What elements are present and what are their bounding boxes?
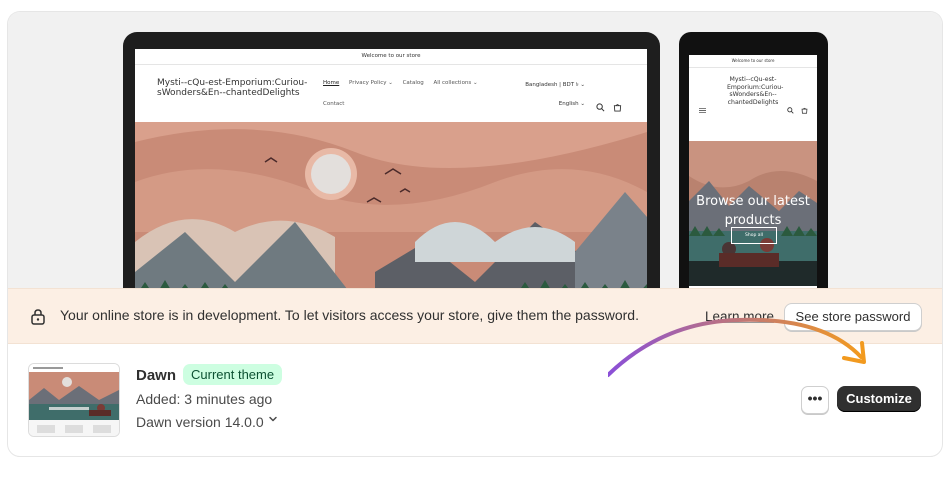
nav-item-contact: Contact (323, 101, 345, 107)
mobile-shop-all-button: Shop all (731, 227, 777, 244)
mobile-store-header: Mysti--cQu-est-Emporium:Curiou-sWonders&… (689, 68, 817, 142)
nav-item-home: Home (323, 80, 340, 86)
announcement-bar: Welcome to our store (135, 49, 647, 65)
language-selector: English ⌄ (558, 101, 585, 107)
theme-card: Welcome to our store Mysti--cQu-est-Empo… (8, 12, 942, 456)
theme-version[interactable]: Dawn version 14.0.0 (136, 414, 264, 430)
country-selector: Bangladesh | BDT ৳ ⌄ (525, 82, 585, 88)
hero-illustration (135, 122, 647, 312)
nav-item-collections: All collections ⌄ (433, 80, 478, 86)
theme-thumbnail[interactable] (28, 363, 120, 437)
mobile-store-logo-text: Mysti--cQu-est-Emporium:Curiou-sWonders&… (727, 76, 784, 106)
theme-preview-area[interactable]: Welcome to our store Mysti--cQu-est-Empo… (8, 12, 942, 312)
mobile-hero: Browse our latest products Shop all (689, 141, 817, 286)
see-store-password-button[interactable]: See store password (784, 303, 922, 331)
store-nav: Home Privacy Policy ⌄ Catalog All collec… (323, 80, 486, 86)
nav-item-privacy: Privacy Policy ⌄ (349, 80, 393, 86)
customize-button[interactable]: Customize (837, 386, 921, 412)
cart-icon (801, 101, 808, 119)
desktop-preview-frame: Welcome to our store Mysti--cQu-est-Empo… (123, 32, 660, 312)
desktop-preview-screen: Welcome to our store Mysti--cQu-est-Empo… (135, 49, 647, 312)
chevron-down-icon[interactable] (267, 412, 279, 430)
theme-thumbnail-image (29, 364, 119, 436)
cart-icon (613, 103, 622, 114)
theme-added-time: Added: 3 minutes ago (136, 391, 273, 407)
learn-more-link[interactable]: Learn more (705, 309, 774, 324)
nav-item-catalog: Catalog (402, 80, 424, 86)
store-header: Mysti--cQu-est-Emporium:Curiou-sWonders&… (135, 65, 647, 123)
mobile-preview-frame: Welcome to our store Mysti--cQu-est-Empo… (679, 32, 828, 312)
lock-icon (30, 308, 46, 330)
hamburger-icon (699, 101, 706, 119)
mobile-preview-screen: Welcome to our store Mysti--cQu-est-Empo… (689, 55, 817, 312)
mobile-announcement-bar: Welcome to our store (689, 55, 817, 68)
theme-name: Dawn (136, 367, 177, 384)
search-icon (596, 103, 605, 114)
store-logo-text: Mysti--cQu-est-Emporium:Curiou-sWonders&… (157, 78, 308, 98)
store-password-banner: Your online store is in development. To … (8, 288, 942, 344)
search-icon (787, 101, 794, 119)
banner-message: Your online store is in development. To … (60, 307, 639, 323)
mobile-hero-title: Browse our latest products (696, 194, 810, 228)
theme-actions-more-button[interactable]: ••• (801, 386, 829, 414)
current-theme-badge: Current theme (183, 364, 283, 385)
